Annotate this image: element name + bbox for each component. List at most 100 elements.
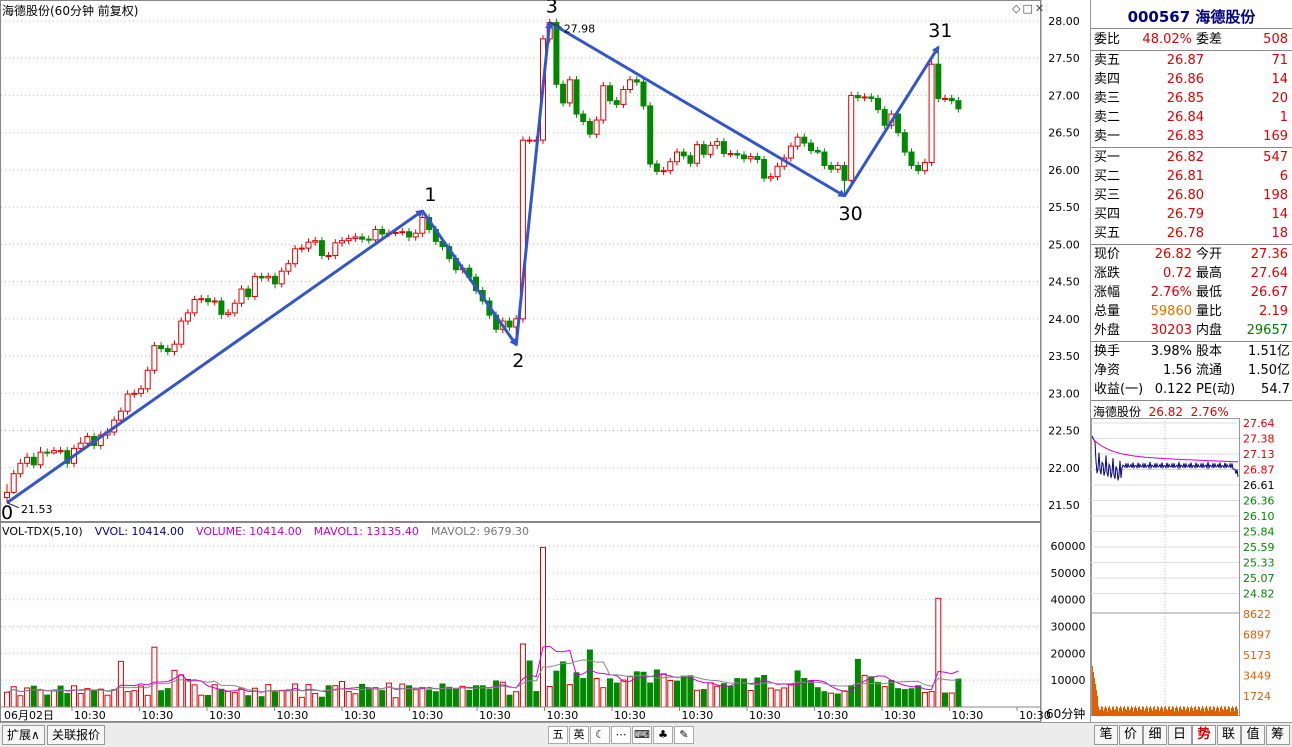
volume-bar (526, 660, 533, 708)
panel-tab-5[interactable]: 联 (1216, 725, 1241, 745)
volume-bar (265, 684, 272, 708)
panel-tab-7[interactable]: 筹 (1265, 725, 1290, 745)
mini-price-tick: 25.07 (1243, 572, 1275, 585)
stat-label: 涨跌 (1094, 266, 1121, 281)
ask-row[interactable]: 卖三 26.85 20 (1092, 89, 1290, 108)
price-tick-label: 23.50 (1048, 350, 1080, 363)
ask-label: 卖五 (1094, 53, 1121, 68)
candle-body (895, 113, 902, 134)
bid-row[interactable]: 买五 26.78 18 (1092, 224, 1290, 243)
stat-label: 涨幅 (1094, 285, 1121, 300)
english-icon[interactable]: 英 (569, 726, 589, 744)
five-icon[interactable]: 五 (548, 726, 568, 744)
volume-value: VOLUME: 10414.00 (196, 525, 302, 538)
candle-body (928, 63, 935, 163)
panel-tab-4[interactable]: 势 (1192, 725, 1216, 745)
intraday-mini-chart[interactable]: 27.64 27.38 27.13 26.87 26.61 26.36 26.10 25.84… (1091, 418, 1292, 722)
panel-tab-1[interactable]: 价 (1118, 725, 1143, 745)
mini-price-tick: 26.36 (1243, 495, 1275, 508)
bid-row[interactable]: 买一 26.82 547 (1092, 148, 1290, 167)
volume-bar (446, 686, 453, 708)
candle-body (687, 155, 694, 164)
ask-row[interactable]: 卖五 26.87 71 (1092, 51, 1290, 70)
volume-bar (580, 678, 587, 708)
price-pointer-label: 27.98 (564, 22, 596, 35)
volume-chart[interactable]: 60000 50000 40000 30000 20000 10000 06月02日 10:3… (0, 522, 1090, 722)
candle-body (633, 79, 640, 83)
panel-tab-6[interactable]: 值 (1241, 725, 1265, 745)
volume-bar (64, 692, 71, 708)
volume-bar (71, 685, 77, 708)
mini-price-tick: 25.33 (1243, 557, 1275, 570)
volume-bar (439, 683, 446, 708)
volume-bar (821, 691, 828, 708)
wrench-icon[interactable]: ✎ (674, 726, 694, 744)
time-tick-label: 10:30 (547, 709, 579, 722)
close-icon[interactable]: ✕ (1035, 2, 1046, 15)
period-label[interactable]: 60分钟 (1046, 705, 1085, 722)
ask-row[interactable]: 卖一 26.83 169 (1092, 127, 1290, 146)
ask-row[interactable]: 卖二 26.84 1 (1092, 108, 1290, 127)
diamond-icon[interactable]: ◇ (1012, 2, 1022, 15)
candle-body (117, 410, 124, 421)
ask-row[interactable]: 卖四 26.86 14 (1092, 70, 1290, 89)
volume-bar (727, 685, 734, 708)
bid-volume: 14 (1271, 207, 1288, 222)
stock-code-name: 000567 海德股份 (1127, 8, 1256, 26)
volume-bar (566, 684, 573, 708)
volume-bar (700, 689, 707, 708)
square-icon[interactable]: □ (1022, 2, 1034, 15)
stat-value: 2.76% (1150, 285, 1192, 300)
bid-row[interactable]: 买三 26.80 198 (1092, 186, 1290, 205)
volume-bar (881, 686, 888, 708)
panel-tab-3[interactable]: 日 (1167, 725, 1192, 745)
price-tick-label: 24.00 (1048, 313, 1080, 326)
club-icon[interactable]: ♣ (653, 726, 673, 744)
candle-body (506, 320, 513, 328)
volume-bar (466, 690, 473, 708)
ask-volume: 1 (1279, 110, 1288, 125)
candle-body (613, 100, 620, 105)
volume-bar (667, 679, 674, 708)
bid-label: 买二 (1094, 169, 1121, 184)
candle-body (834, 164, 841, 170)
volume-bar (419, 686, 426, 708)
price-tick-label: 26.00 (1048, 164, 1080, 177)
dots-icon[interactable]: ⋯ (611, 726, 631, 744)
candle-body (955, 100, 962, 110)
volume-bar (908, 688, 915, 708)
bid-row[interactable]: 买四 26.79 14 (1092, 205, 1290, 224)
volume-tick-label: 10000 (1051, 674, 1086, 687)
related-quotes-tab[interactable]: 关联报价 (47, 725, 106, 745)
volume-bar (781, 687, 788, 708)
stat-value: 0.72 (1163, 266, 1192, 281)
keyboard-icon[interactable]: ⌨ (632, 726, 652, 744)
volume-tick-label: 40000 (1051, 594, 1086, 607)
panel-tab-0[interactable]: 笔 (1094, 725, 1118, 745)
candle-body (285, 263, 292, 272)
candle-body (406, 231, 412, 238)
candlestick-chart[interactable]: 28.00 27.50 27.00 26.50 26.00 25.50 25.00 24.50… (0, 0, 1090, 522)
time-tick-label: 10:30 (479, 709, 511, 722)
candle-body (720, 141, 727, 155)
bid-row[interactable]: 买二 26.81 6 (1092, 167, 1290, 186)
candle-body (660, 170, 667, 173)
volume-bar (452, 688, 459, 708)
time-tick-label: 10:30 (142, 709, 174, 722)
mini-volume-tick: 6897 (1243, 629, 1271, 642)
candle-body (345, 237, 352, 242)
fund-label: 换手 (1094, 344, 1121, 359)
volume-bar (245, 695, 252, 708)
expand-tab[interactable]: 扩展∧ (2, 725, 45, 745)
panel-tab-2[interactable]: 细 (1143, 725, 1167, 745)
candle-body (908, 151, 915, 166)
volume-bar (318, 696, 325, 708)
bid-label: 买四 (1094, 207, 1121, 222)
volume-bar (633, 671, 640, 708)
volume-bar (205, 694, 211, 708)
volume-bar (828, 692, 835, 708)
stat-label: 内盘 (1196, 323, 1223, 338)
moon-icon[interactable]: ☾ (590, 726, 610, 744)
chart-corner-icons[interactable]: ◇□✕ (1012, 2, 1046, 15)
volume-bar (231, 692, 238, 708)
